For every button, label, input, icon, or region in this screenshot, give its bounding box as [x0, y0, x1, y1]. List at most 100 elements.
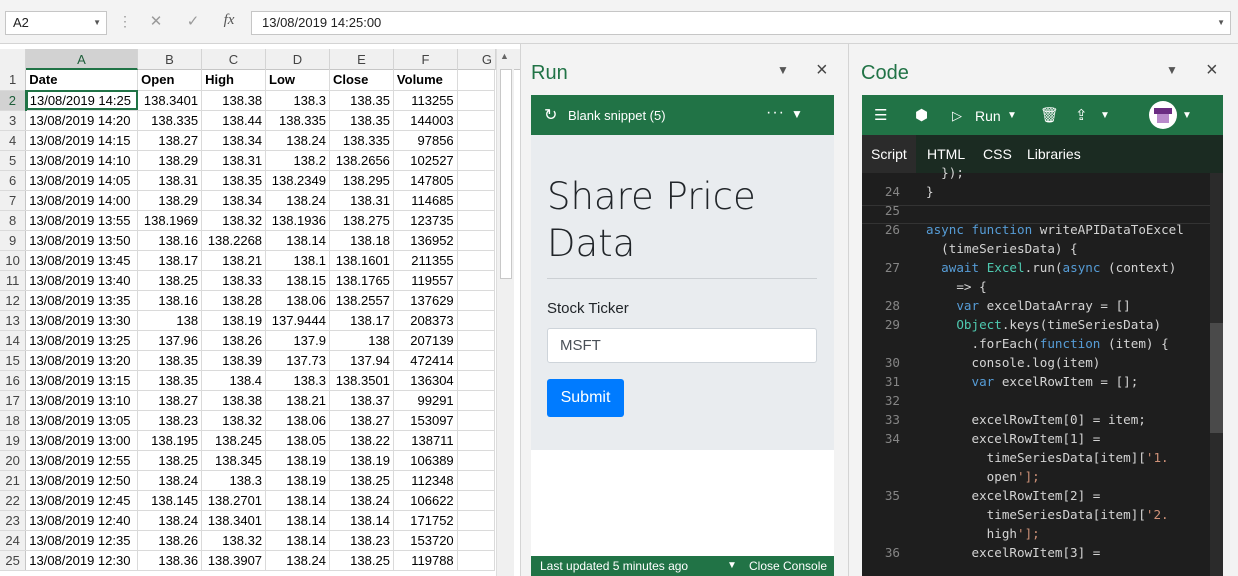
cell[interactable]: 138.2656: [329, 150, 394, 171]
cell[interactable]: 138.06: [265, 290, 330, 311]
cell[interactable]: High: [201, 70, 267, 91]
cell[interactable]: 138.38: [201, 390, 267, 411]
chevron-down-icon[interactable]: ▼: [1007, 110, 1017, 121]
cell[interactable]: 138.27: [137, 390, 203, 411]
cell[interactable]: 138.14: [265, 530, 330, 551]
cell[interactable]: 211355: [393, 250, 458, 271]
row-header[interactable]: 16: [0, 370, 27, 391]
cell[interactable]: 137629: [393, 290, 458, 311]
cell[interactable]: 138.19: [329, 450, 394, 471]
cell[interactable]: 138.33: [201, 270, 267, 291]
cell[interactable]: 13/08/2019 12:50: [25, 470, 139, 491]
cell[interactable]: 13/08/2019 13:50: [25, 230, 139, 251]
chevron-down-icon[interactable]: ▼: [791, 107, 803, 121]
cell[interactable]: 138.31: [201, 150, 267, 171]
cell[interactable]: 138.24: [329, 490, 394, 511]
cell[interactable]: 171752: [393, 510, 458, 531]
cell[interactable]: 138.27: [137, 130, 203, 151]
cell[interactable]: 137.96: [137, 330, 203, 351]
cell[interactable]: 138.1: [265, 250, 330, 271]
cell[interactable]: 138.25: [137, 450, 203, 471]
cell[interactable]: 138.2557: [329, 290, 394, 311]
cell[interactable]: 138.35: [329, 90, 394, 111]
cell[interactable]: 13/08/2019 13:45: [25, 250, 139, 271]
cell[interactable]: 13/08/2019 14:10: [25, 150, 139, 171]
cell[interactable]: 13/08/2019 13:40: [25, 270, 139, 291]
cell[interactable]: 138.19: [265, 450, 330, 471]
row-header[interactable]: 6: [0, 170, 27, 191]
cell[interactable]: 137.9444: [265, 310, 330, 331]
avatar[interactable]: [1149, 101, 1177, 129]
column-header-a[interactable]: A: [26, 49, 138, 70]
cell[interactable]: 138.14: [265, 230, 330, 251]
scrollbar-thumb[interactable]: [500, 69, 512, 279]
triangle-down-icon[interactable]: ▼: [727, 556, 737, 576]
cell[interactable]: 138.295: [329, 170, 394, 191]
cell[interactable]: 138.21: [265, 390, 330, 411]
cell[interactable]: Low: [265, 70, 330, 91]
row-header[interactable]: 12: [0, 290, 27, 311]
row-header[interactable]: 10: [0, 250, 27, 271]
cell[interactable]: 138.32: [201, 210, 267, 231]
cell[interactable]: 138.34: [201, 130, 267, 151]
cell[interactable]: 138.2: [265, 150, 330, 171]
cell[interactable]: 153720: [393, 530, 458, 551]
cell[interactable]: 138.35: [137, 350, 203, 371]
cell[interactable]: 136304: [393, 370, 458, 391]
cell[interactable]: 13/08/2019 13:05: [25, 410, 139, 431]
cell[interactable]: [457, 190, 496, 211]
cell[interactable]: [457, 470, 496, 491]
cell[interactable]: 138.1601: [329, 250, 394, 271]
row-header[interactable]: 3: [0, 110, 27, 131]
cell[interactable]: 207139: [393, 330, 458, 351]
column-header-g[interactable]: G: [458, 49, 496, 70]
select-all-corner[interactable]: [0, 49, 26, 70]
cell[interactable]: 138.19: [201, 310, 267, 331]
cell[interactable]: 13/08/2019 12:45: [25, 490, 139, 511]
row-header[interactable]: 5: [0, 150, 27, 171]
cell[interactable]: 99291: [393, 390, 458, 411]
cell[interactable]: [457, 370, 496, 391]
tab-css[interactable]: CSS: [974, 135, 1021, 173]
cell[interactable]: 138.14: [265, 490, 330, 511]
cell[interactable]: [457, 270, 496, 291]
column-header-c[interactable]: C: [202, 49, 266, 70]
cell[interactable]: [457, 330, 496, 351]
cell[interactable]: 138.3501: [329, 370, 394, 391]
cell[interactable]: 138.26: [201, 330, 267, 351]
cell[interactable]: 136952: [393, 230, 458, 251]
cell[interactable]: 13/08/2019 14:25: [25, 90, 139, 111]
cell[interactable]: 113255: [393, 90, 458, 111]
cell[interactable]: 138: [137, 310, 203, 331]
row-header[interactable]: 21: [0, 470, 27, 491]
cell[interactable]: [457, 130, 496, 151]
cell[interactable]: 123735: [393, 210, 458, 231]
enter-icon[interactable]: ✓: [183, 12, 203, 30]
row-header[interactable]: 4: [0, 130, 27, 151]
cell[interactable]: 138711: [393, 430, 458, 451]
cell[interactable]: 138.24: [265, 550, 330, 571]
chevron-down-icon[interactable]: ▼: [1217, 12, 1225, 34]
cell[interactable]: 138.345: [201, 450, 267, 471]
cell[interactable]: [457, 170, 496, 191]
cell[interactable]: 138.335: [329, 130, 394, 151]
cell[interactable]: 13/08/2019 12:35: [25, 530, 139, 551]
cell[interactable]: 138.275: [329, 210, 394, 231]
row-header[interactable]: 18: [0, 410, 27, 431]
cell[interactable]: [457, 550, 496, 571]
cell[interactable]: 137.94: [329, 350, 394, 371]
ticker-input[interactable]: MSFT: [547, 328, 817, 363]
cell[interactable]: 138.335: [265, 110, 330, 131]
more-icon[interactable]: ⋮: [118, 13, 132, 30]
cubes-icon[interactable]: ⬢: [915, 106, 928, 124]
cell[interactable]: 147805: [393, 170, 458, 191]
row-header[interactable]: 20: [0, 450, 27, 471]
cell[interactable]: 138.28: [201, 290, 267, 311]
row-header[interactable]: 24: [0, 530, 27, 551]
cell[interactable]: 13/08/2019 13:15: [25, 370, 139, 391]
cell[interactable]: 138.26: [137, 530, 203, 551]
cell[interactable]: 138.1765: [329, 270, 394, 291]
cell[interactable]: [457, 210, 496, 231]
cell[interactable]: 208373: [393, 310, 458, 331]
cell[interactable]: 138.335: [137, 110, 203, 131]
